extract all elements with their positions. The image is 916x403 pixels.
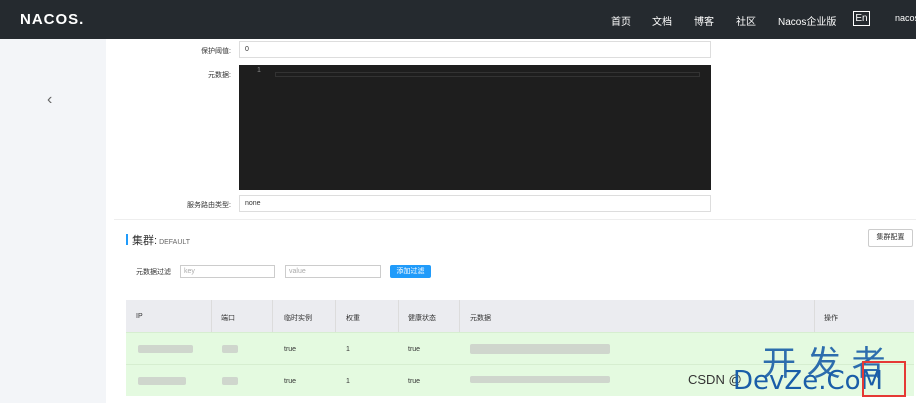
filter-key-input[interactable]: key [180,265,275,278]
cluster-title: 集群: DEFAULT [126,232,190,248]
port-cell-redacted [222,377,238,385]
nav-blog[interactable]: 博客 [694,13,714,28]
col-metadata: 元数据 [470,315,491,322]
metadata-filter-label: 元数据过滤 [136,269,171,276]
col-actions: 操作 [824,315,838,322]
top-navbar: NACOS. 首页 文档 博客 社区 Nacos企业版 En nacos [0,0,916,39]
nacos-logo[interactable]: NACOS. [20,11,84,28]
col-ephemeral: 临时实例 [284,315,312,322]
nav-enterprise[interactable]: Nacos企业版 [778,13,836,28]
healthy-cell: true [408,346,421,353]
metadata-cell-redacted [470,344,610,354]
add-filter-button[interactable]: 添加过滤 [390,265,431,278]
sidebar: ‹ [0,39,106,403]
selector-label: 服务路由类型: [187,202,231,209]
highlight-box [862,361,906,397]
weight-cell: 1 [346,346,350,353]
healthy-cell: true [408,378,421,385]
selector-input[interactable]: none [239,195,711,212]
nav-home[interactable]: 首页 [611,13,631,28]
cluster-name: DEFAULT [159,239,191,246]
port-cell-redacted [222,345,238,353]
back-arrow-icon[interactable]: ‹ [47,91,52,109]
metadata-label: 元数据: [208,72,231,79]
nav-community[interactable]: 社区 [736,13,756,28]
col-healthy: 健康状态 [408,315,436,322]
weight-cell: 1 [346,378,350,385]
cluster-config-button[interactable]: 集群配置 [868,229,913,247]
filter-value-input[interactable]: value [285,265,381,278]
col-port: 端口 [221,315,235,322]
ip-cell-redacted [138,345,193,353]
editor-current-line [275,72,700,77]
metadata-editor[interactable]: 1 [239,65,711,190]
language-switch[interactable]: En [853,11,870,26]
col-weight: 权重 [346,315,360,322]
table-header: IP 端口 临时实例 权重 健康状态 元数据 操作 [126,300,914,332]
user-name[interactable]: nacos [895,13,916,23]
ephemeral-cell: true [284,378,297,385]
metadata-cell-redacted [470,376,610,383]
ip-cell-redacted [138,377,186,385]
threshold-label: 保护阈值: [201,48,231,55]
editor-line-number: 1 [257,67,261,74]
watermark-site: DevZe.CoM [733,366,883,396]
nav-docs[interactable]: 文档 [652,13,672,28]
title-accent-bar [126,234,128,245]
col-ip: IP [136,313,143,320]
ephemeral-cell: true [284,346,297,353]
threshold-input[interactable]: 0 [239,41,711,58]
